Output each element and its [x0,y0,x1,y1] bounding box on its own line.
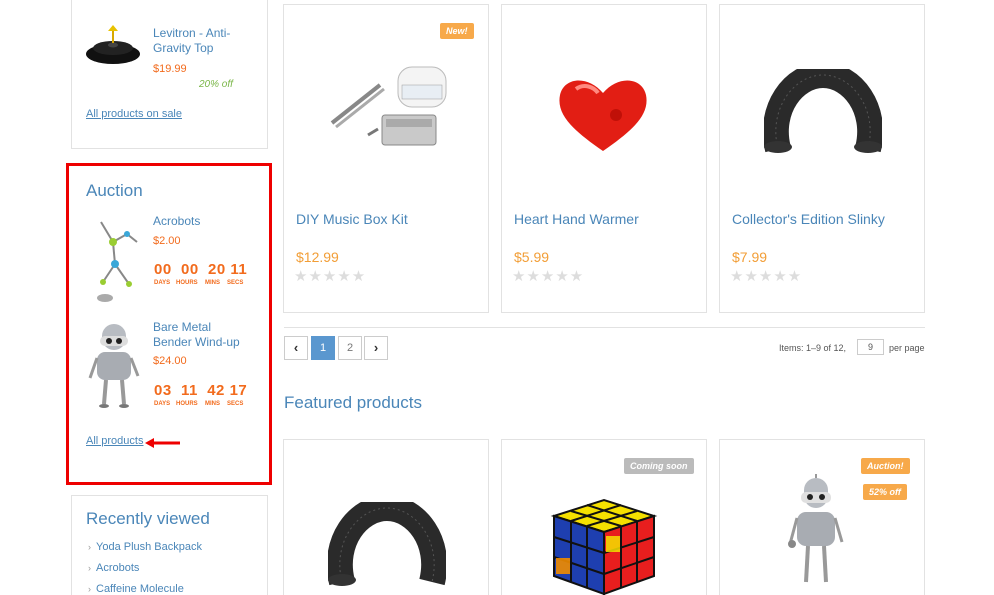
per-page-label: per page [889,343,925,353]
bender-image [788,474,844,583]
sale-item-discount: 20% off [199,79,233,90]
slinky-image [764,69,882,153]
product-card[interactable]: New! DIY Music Box Kit $12.99 ★★★★★ [283,4,489,313]
bullet-icon: › [88,542,91,552]
levitron-thumbnail[interactable] [84,21,142,67]
recent-item[interactable]: › Caffeine Molecule [88,583,184,595]
all-products-on-sale-link[interactable]: All products on sale [86,108,182,120]
next-page-button[interactable]: › [364,336,388,360]
product-price: $12.99 [296,249,339,265]
all-auction-products-link[interactable]: All products [86,435,143,447]
rating-stars-icon[interactable]: ★★★★★ [730,267,802,285]
product-card[interactable]: Heart Hand Warmer $5.99 ★★★★★ [501,4,707,313]
discount-badge: 52% off [863,484,907,500]
acrobots-thumbnail[interactable] [87,212,145,304]
countdown-timer: 03 11 42 17 [154,382,248,399]
bullet-icon: › [88,584,91,594]
featured-heading: Featured products [284,393,422,412]
product-name[interactable]: DIY Music Box Kit [296,211,408,227]
slinky-image [328,502,446,586]
on-sale-block: Levitron - Anti-Gravity Top $19.99 20% o… [71,0,268,149]
coming-soon-badge: Coming soon [624,458,694,474]
recent-item[interactable]: › Acrobots [88,562,139,574]
product-card[interactable]: Auction! 52% off [719,439,925,595]
bender-thumbnail[interactable] [88,318,140,410]
auction-item-price: $2.00 [153,235,181,247]
music-box-image [330,66,447,146]
new-badge: New! [440,23,474,39]
countdown-labels: DAYS HOURS MINS SECS [154,280,244,286]
product-name[interactable]: Heart Hand Warmer [514,211,639,227]
rating-stars-icon[interactable]: ★★★★★ [294,267,366,285]
auction-item-price: $24.00 [153,355,187,367]
sale-item-title[interactable]: Levitron - Anti-Gravity Top [153,26,253,56]
auction-block: Auction Acrobots $2.00 00 00 20 11 DAYS … [71,168,268,480]
auction-heading: Auction [86,181,143,200]
product-card[interactable]: Collector's Edition Slinky $7.99 ★★★★★ [719,4,925,313]
sale-item-price: $19.99 [153,63,187,75]
bullet-icon: › [88,563,91,573]
per-page-input[interactable] [857,339,884,355]
rating-stars-icon[interactable]: ★★★★★ [512,267,584,285]
product-price: $7.99 [732,249,768,265]
auction-item-title[interactable]: Bare Metal Bender Wind-up [153,320,253,350]
product-price: $5.99 [514,249,550,265]
recently-viewed-heading: Recently viewed [86,509,210,528]
recent-item[interactable]: › Yoda Plush Backpack [88,541,202,553]
divider [284,327,925,328]
auction-badge: Auction! [861,458,910,474]
items-count: Items: 1–9 of 12, [779,343,847,353]
page-2-button[interactable]: 2 [338,336,362,360]
product-card[interactable] [283,439,489,595]
heart-warmer-image [559,80,647,151]
red-arrow-annotation-icon [145,438,180,448]
prev-page-button[interactable]: ‹ [284,336,308,360]
product-name[interactable]: Collector's Edition Slinky [732,211,885,227]
recently-viewed-block: Recently viewed › Yoda Plush Backpack › Ac… [71,495,268,595]
product-card[interactable]: Coming soon [501,439,707,595]
page-1-button[interactable]: 1 [311,336,335,360]
countdown-timer: 00 00 20 11 [154,261,248,278]
countdown-labels: DAYS HOURS MINS SECS [154,401,244,407]
auction-item-title[interactable]: Acrobots [153,214,200,229]
rubiks-cube-image [550,498,658,595]
